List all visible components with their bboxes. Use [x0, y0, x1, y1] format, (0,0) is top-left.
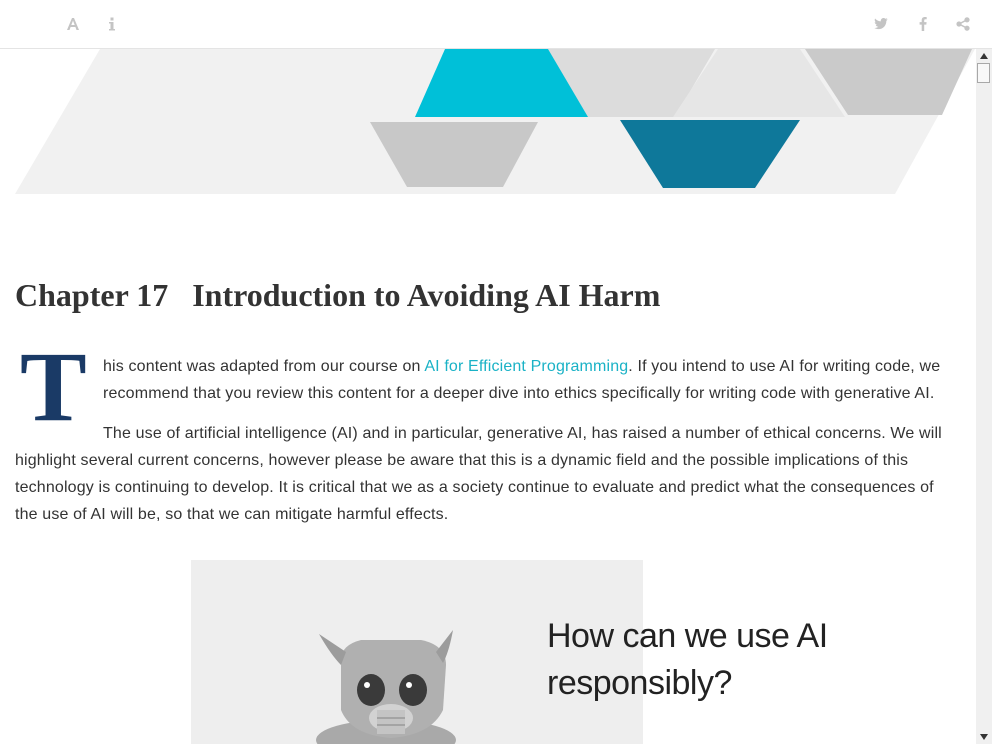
course-link[interactable]: AI for Efficient Programming	[424, 358, 628, 375]
scroll-up-arrow-icon[interactable]	[976, 49, 992, 63]
scrollbar-thumb[interactable]	[977, 63, 990, 83]
share-icon[interactable]	[951, 12, 975, 36]
scroll-down-arrow-icon[interactable]	[976, 730, 992, 744]
chapter-heading: Chapter 17 Introduction to Avoiding AI Ha…	[15, 277, 660, 314]
chapter-number: Chapter 17	[15, 277, 169, 313]
figure-caption-text: How can we use AI responsibly?	[547, 617, 828, 702]
facebook-icon[interactable]	[911, 12, 935, 36]
chapter-title-text: Introduction to Avoiding AI Harm	[192, 277, 661, 313]
intro-paragraph: his content was adapted from our course …	[15, 353, 950, 407]
intro-text-start: his content was adapted from our course …	[103, 358, 425, 375]
ethics-paragraph: The use of artificial intelligence (AI) …	[15, 425, 942, 523]
info-icon[interactable]	[100, 12, 124, 36]
chapter-banner-image	[15, 49, 975, 194]
top-toolbar	[0, 0, 992, 49]
book-content: Chapter 17 Introduction to Avoiding AI Ha…	[0, 49, 976, 744]
vertical-scrollbar[interactable]	[976, 49, 992, 744]
font-settings-icon[interactable]	[61, 12, 85, 36]
twitter-icon[interactable]	[869, 12, 893, 36]
